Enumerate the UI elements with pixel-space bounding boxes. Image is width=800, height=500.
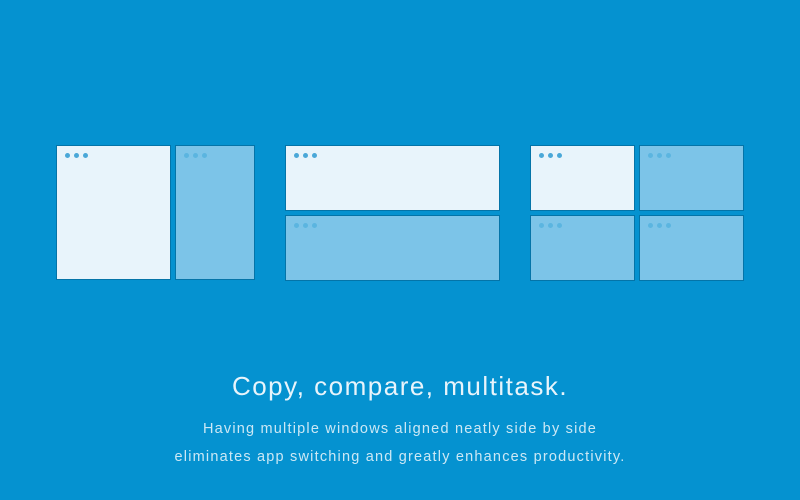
layout-left-right (56, 145, 255, 281)
headline-text: Copy, compare, multitask. (232, 371, 568, 402)
window-mock-q4 (639, 215, 744, 281)
window-mock-large-left (56, 145, 171, 280)
traffic-lights-icon (294, 153, 317, 158)
layout-top-bottom (285, 145, 500, 281)
traffic-lights-icon (539, 223, 562, 228)
window-mock-q3 (530, 215, 635, 281)
window-mock-wide-bottom (285, 215, 500, 281)
traffic-lights-icon (184, 153, 207, 158)
window-layouts-illustration (56, 145, 744, 281)
traffic-lights-icon (648, 223, 671, 228)
window-mock-q2 (639, 145, 744, 211)
window-mock-q1 (530, 145, 635, 211)
subtext: Having multiple windows aligned neatly s… (175, 416, 626, 471)
traffic-lights-icon (294, 223, 317, 228)
window-mock-narrow-right (175, 145, 255, 280)
traffic-lights-icon (65, 153, 88, 158)
layout-quadrants (530, 145, 744, 281)
traffic-lights-icon (648, 153, 671, 158)
subtext-line-1: Having multiple windows aligned neatly s… (175, 416, 626, 444)
subtext-line-2: eliminates app switching and greatly enh… (175, 444, 626, 472)
traffic-lights-icon (539, 153, 562, 158)
window-mock-wide-top (285, 145, 500, 211)
